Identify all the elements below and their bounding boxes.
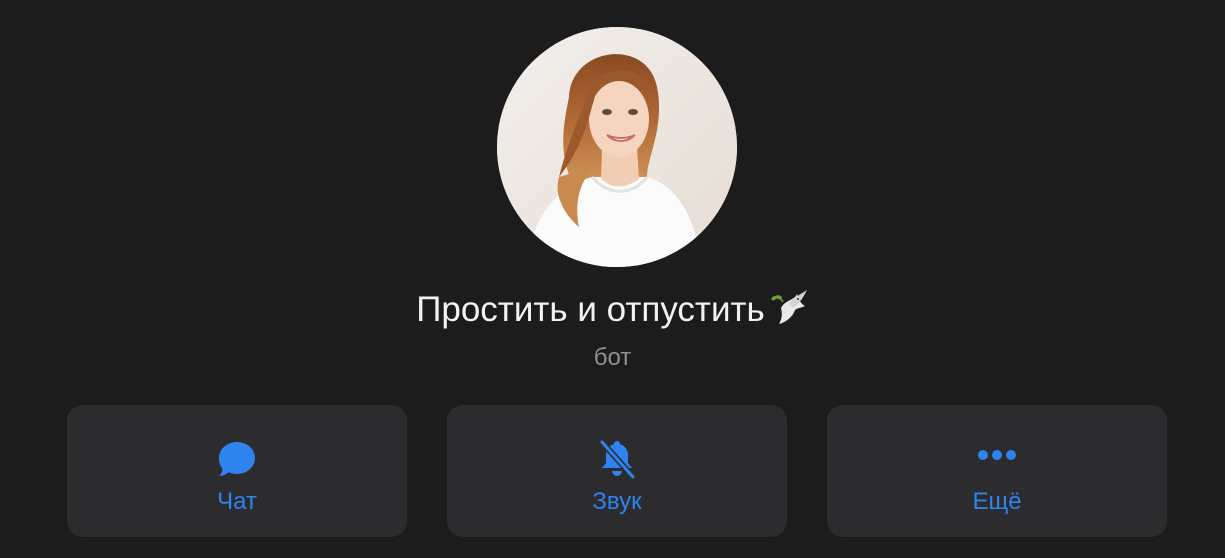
sound-button-label: Звук [592, 488, 642, 515]
more-button[interactable]: Ещё [827, 405, 1167, 537]
chat-button-label: Чат [217, 488, 257, 515]
avatar-photo [497, 27, 737, 267]
profile-header: Простить и отпустить бот Чат Звук Ещё [0, 0, 1225, 558]
avatar[interactable] [497, 27, 737, 267]
profile-subtitle: бот [593, 344, 632, 371]
chat-button[interactable]: Чат [67, 405, 407, 537]
dove-icon [767, 286, 809, 328]
more-button-label: Ещё [972, 488, 1022, 515]
sound-button[interactable]: Звук [447, 405, 787, 537]
more-dots-icon [975, 437, 1019, 481]
bell-muted-icon [595, 437, 639, 481]
chat-bubble-icon [215, 437, 259, 481]
profile-name-text: Простить и отпустить [416, 290, 765, 329]
profile-name: Простить и отпустить [0, 286, 1225, 332]
